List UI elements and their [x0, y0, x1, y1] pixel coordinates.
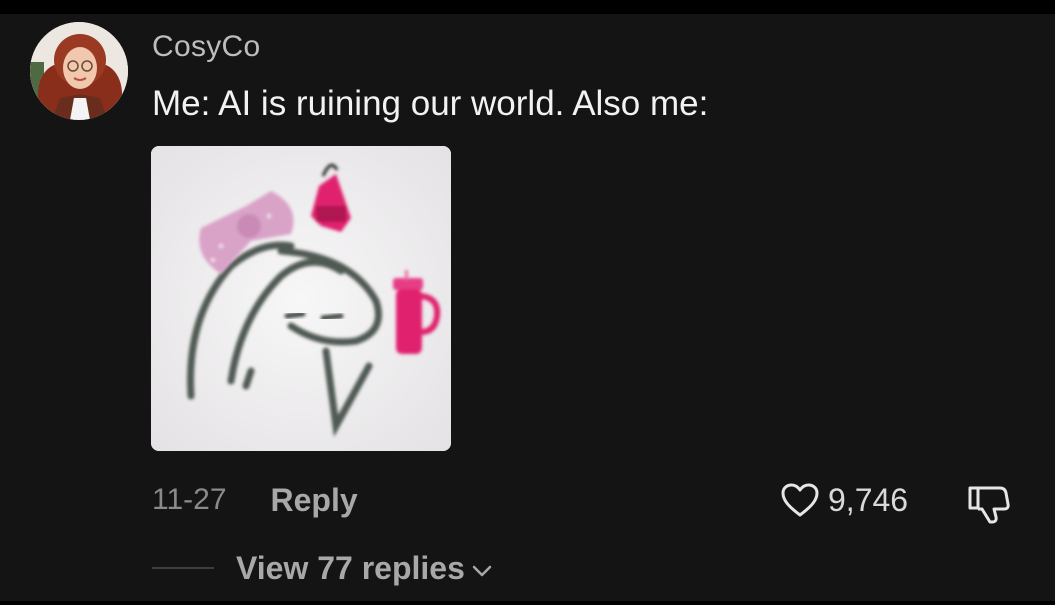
comment-meta: 11-27 Reply — [152, 480, 358, 520]
comment-panel: CosyCo Me: AI is ruining our world. Also… — [0, 14, 1055, 601]
view-replies-label: View 77 replies — [236, 549, 465, 586]
comment-date: 11-27 — [152, 483, 227, 516]
comment-text: Me: AI is ruining our world. Also me: — [152, 84, 709, 123]
reply-button[interactable]: Reply — [271, 482, 358, 519]
comment-image[interactable] — [151, 146, 451, 451]
heart-outline-icon[interactable] — [780, 482, 820, 518]
like-count: 9,746 — [828, 481, 909, 518]
avatar[interactable] — [30, 22, 128, 120]
replies-row: View 77 replies — [152, 548, 493, 588]
avatar-photo — [30, 22, 128, 120]
thumbs-down-outline-icon[interactable] — [966, 482, 1012, 524]
username[interactable]: CosyCo — [152, 30, 261, 64]
replies-divider — [152, 567, 214, 569]
chevron-down-icon — [472, 565, 492, 577]
view-replies-button[interactable]: View 77 replies — [236, 550, 493, 587]
like-group: 9,746 — [780, 480, 908, 520]
